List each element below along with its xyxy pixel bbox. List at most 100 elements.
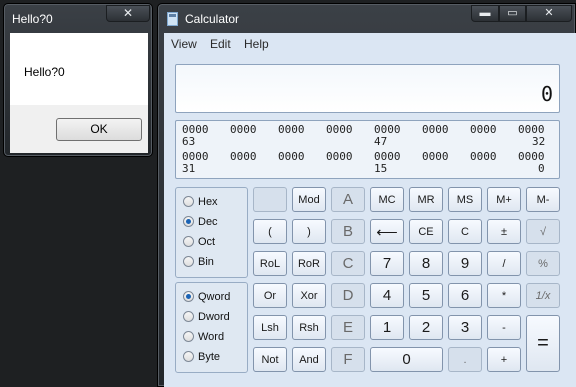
bit-group[interactable]: 0000 [278, 123, 305, 136]
radio-dec[interactable]: Dec [183, 216, 218, 228]
message-box-window: Hello?0 ✕ Hello?0 OK [3, 3, 153, 157]
plus-button[interactable]: + [487, 347, 521, 372]
right-shift-button[interactable]: Rsh [292, 315, 326, 340]
digit-5-button[interactable]: 5 [409, 283, 443, 308]
digit-8-button[interactable]: 8 [409, 251, 443, 276]
calculator-title: Calculator [185, 12, 240, 26]
maximize-button[interactable]: ▭ [499, 5, 526, 22]
divide-button[interactable]: / [487, 251, 521, 276]
menu-view[interactable]: View [171, 37, 197, 51]
bit-group[interactable]: 0000 [422, 123, 449, 136]
display-value: 0 [540, 82, 553, 106]
memory-clear-button[interactable]: MC [370, 187, 404, 212]
digit-2-button[interactable]: 2 [409, 315, 443, 340]
calculator-window: Calculator ▬ ▭ ✕ View Edit Help 0 0000 0… [157, 3, 576, 387]
bit-index-label: 63 [182, 135, 196, 148]
radio-hex[interactable]: Hex [183, 196, 218, 208]
radio-label: Hex [198, 196, 218, 208]
memory-subtract-button[interactable]: M- [526, 187, 560, 212]
left-paren-button[interactable]: ( [253, 219, 287, 244]
hex-d-button[interactable]: D [331, 283, 365, 308]
message-box-close-button[interactable]: ✕ [106, 5, 150, 22]
not-button[interactable]: Not [253, 347, 287, 372]
bit-group[interactable]: 0000 [326, 150, 353, 163]
bit-group[interactable]: 0000 [422, 150, 449, 163]
bit-group[interactable]: 0000 [278, 150, 305, 163]
negate-button[interactable]: ± [487, 219, 521, 244]
digit-7-button[interactable]: 7 [370, 251, 404, 276]
blank-key [253, 187, 287, 212]
radio-bin[interactable]: Bin [183, 256, 214, 268]
or-button[interactable]: Or [253, 283, 287, 308]
memory-add-button[interactable]: M+ [487, 187, 521, 212]
radio-button[interactable] [183, 236, 194, 247]
radio-word[interactable]: Word [183, 331, 224, 343]
digit-0-button[interactable]: 0 [370, 347, 443, 372]
message-box-title: Hello?0 [12, 12, 53, 26]
hex-a-button[interactable]: A [331, 187, 365, 212]
hex-f-button[interactable]: F [331, 347, 365, 372]
mod-button[interactable]: Mod [292, 187, 326, 212]
clear-button[interactable]: C [448, 219, 482, 244]
bit-group[interactable]: 0000 [470, 150, 497, 163]
multiply-button[interactable]: * [487, 283, 521, 308]
menu-bar: View Edit Help [164, 33, 576, 53]
right-paren-button[interactable]: ) [292, 219, 326, 244]
backspace-button[interactable]: ⟵ [370, 219, 404, 244]
hex-e-button[interactable]: E [331, 315, 365, 340]
radio-qword[interactable]: Qword [183, 291, 230, 303]
bit-index-label: 32 [532, 135, 546, 148]
radio-button[interactable] [183, 256, 194, 267]
digit-3-button[interactable]: 3 [448, 315, 482, 340]
minimize-button[interactable]: ▬ [471, 5, 499, 22]
radio-button-selected[interactable] [183, 291, 194, 302]
menu-edit[interactable]: Edit [210, 37, 231, 51]
memory-recall-button[interactable]: MR [409, 187, 443, 212]
bit-group[interactable]: 0000 [230, 123, 257, 136]
radio-label: Dword [198, 311, 230, 323]
ok-button[interactable]: OK [56, 118, 142, 141]
radio-button[interactable] [183, 351, 194, 362]
bit-group[interactable]: 0000 [230, 150, 257, 163]
radio-label: Qword [198, 291, 231, 303]
bit-group[interactable]: 0000 [326, 123, 353, 136]
radio-button[interactable] [183, 196, 194, 207]
clear-entry-button[interactable]: CE [409, 219, 443, 244]
digit-1-button[interactable]: 1 [370, 315, 404, 340]
radio-button-selected[interactable] [183, 216, 194, 227]
radio-button[interactable] [183, 331, 194, 342]
radio-byte[interactable]: Byte [183, 351, 220, 363]
radio-button[interactable] [183, 311, 194, 322]
calculator-icon [167, 12, 178, 26]
calculator-display: 0 [175, 64, 560, 113]
radio-label: Word [198, 331, 225, 343]
bit-display: 0000 0000 0000 0000 0000 0000 0000 0000 … [175, 120, 560, 179]
percent-button[interactable]: % [526, 251, 560, 276]
sqrt-button[interactable]: √ [526, 219, 560, 244]
word-size-panel: Qword Dword Word Byte [175, 282, 248, 373]
digit-4-button[interactable]: 4 [370, 283, 404, 308]
bit-index-label: 0 [538, 162, 545, 175]
number-base-panel: Hex Dec Oct Bin [175, 187, 248, 278]
menu-help[interactable]: Help [244, 37, 269, 51]
bit-group[interactable]: 0000 [470, 123, 497, 136]
xor-button[interactable]: Xor [292, 283, 326, 308]
equals-button[interactable]: = [526, 315, 560, 372]
hex-b-button[interactable]: B [331, 219, 365, 244]
calculator-body: View Edit Help 0 0000 0000 0000 0000 000… [164, 33, 576, 387]
digit-9-button[interactable]: 9 [448, 251, 482, 276]
close-button[interactable]: ✕ [526, 5, 572, 22]
rotate-left-button[interactable]: RoL [253, 251, 287, 276]
radio-oct[interactable]: Oct [183, 236, 215, 248]
digit-6-button[interactable]: 6 [448, 283, 482, 308]
bit-index-label: 47 [374, 135, 388, 148]
and-button[interactable]: And [292, 347, 326, 372]
left-shift-button[interactable]: Lsh [253, 315, 287, 340]
decimal-button[interactable]: . [448, 347, 482, 372]
hex-c-button[interactable]: C [331, 251, 365, 276]
minus-button[interactable]: - [487, 315, 521, 340]
rotate-right-button[interactable]: RoR [292, 251, 326, 276]
memory-store-button[interactable]: MS [448, 187, 482, 212]
reciprocal-button[interactable]: 1/x [526, 283, 560, 308]
radio-dword[interactable]: Dword [183, 311, 230, 323]
